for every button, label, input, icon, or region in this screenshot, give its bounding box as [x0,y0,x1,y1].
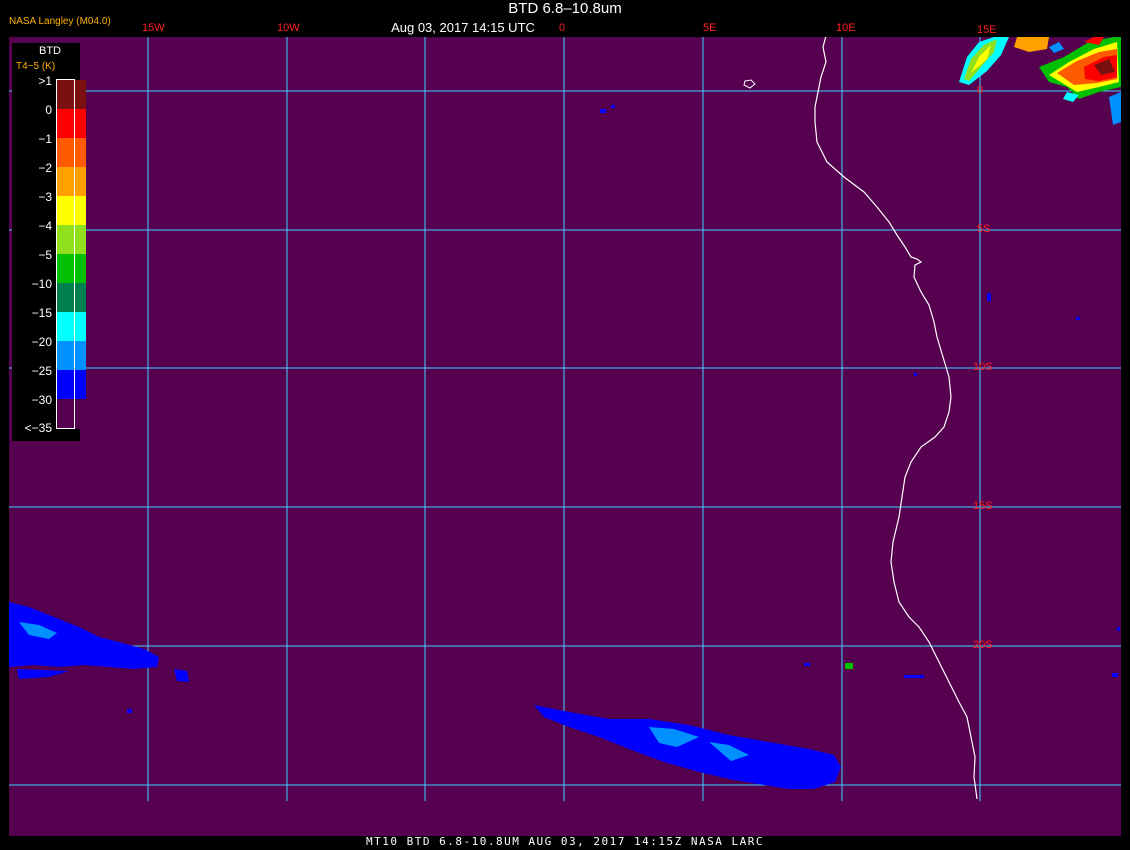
lat-label-10s: 10S [973,361,993,373]
agency-label: NASA Langley (M04.0) [9,16,111,27]
color-legend: BTD T4−5 (K) >1 0 −1 −2 −3 −4 −5 −10 −15… [12,43,86,441]
legend-label: −4 [38,219,52,233]
footer-caption: MT10 BTD 6.8-10.8UM AUG 03, 2017 14:15Z … [365,835,764,848]
legend-title: BTD [39,45,61,57]
legend-label: −30 [31,393,52,407]
satellite-map [9,0,1121,836]
legend-label: −3 [38,190,52,204]
convective-cloud-cluster [959,37,1121,125]
legend-label: >1 [38,74,52,88]
lon-label-10w: 10W [277,22,300,34]
lon-label-10e: 10E [836,22,856,34]
lon-label-5e: 5E [703,22,717,34]
lat-label-15s: 15S [973,500,993,512]
scattered-cells [600,105,1120,678]
legend-label: 0 [45,103,52,117]
lat-label-0: 0 [977,84,984,96]
lon-label-15e: 15E [977,24,997,36]
legend-label: −10 [31,277,52,291]
coastline [814,0,978,800]
legend-label: −20 [31,335,52,349]
cold-cloud-band-south [534,705,841,789]
legend-label: −2 [38,161,52,175]
island-outline [743,79,756,89]
legend-label: −25 [31,364,52,378]
legend-label: <−35 [24,421,52,435]
legend-units: T4−5 (K) [16,61,56,72]
lat-lon-grid [9,37,1121,801]
legend-label: −15 [31,306,52,320]
cold-cloud-band-west [9,602,189,713]
legend-frame [56,79,75,429]
lon-label-0: 0 [559,22,566,34]
legend-label: −5 [38,248,52,262]
header-title: BTD 6.8–10.8um [508,0,622,17]
lat-label-5s: 5S [977,223,991,235]
lon-label-15w: 15W [142,22,165,34]
legend-label: −1 [38,132,52,146]
map-svg [9,0,1121,801]
lat-label-20s: 20S [973,639,993,651]
